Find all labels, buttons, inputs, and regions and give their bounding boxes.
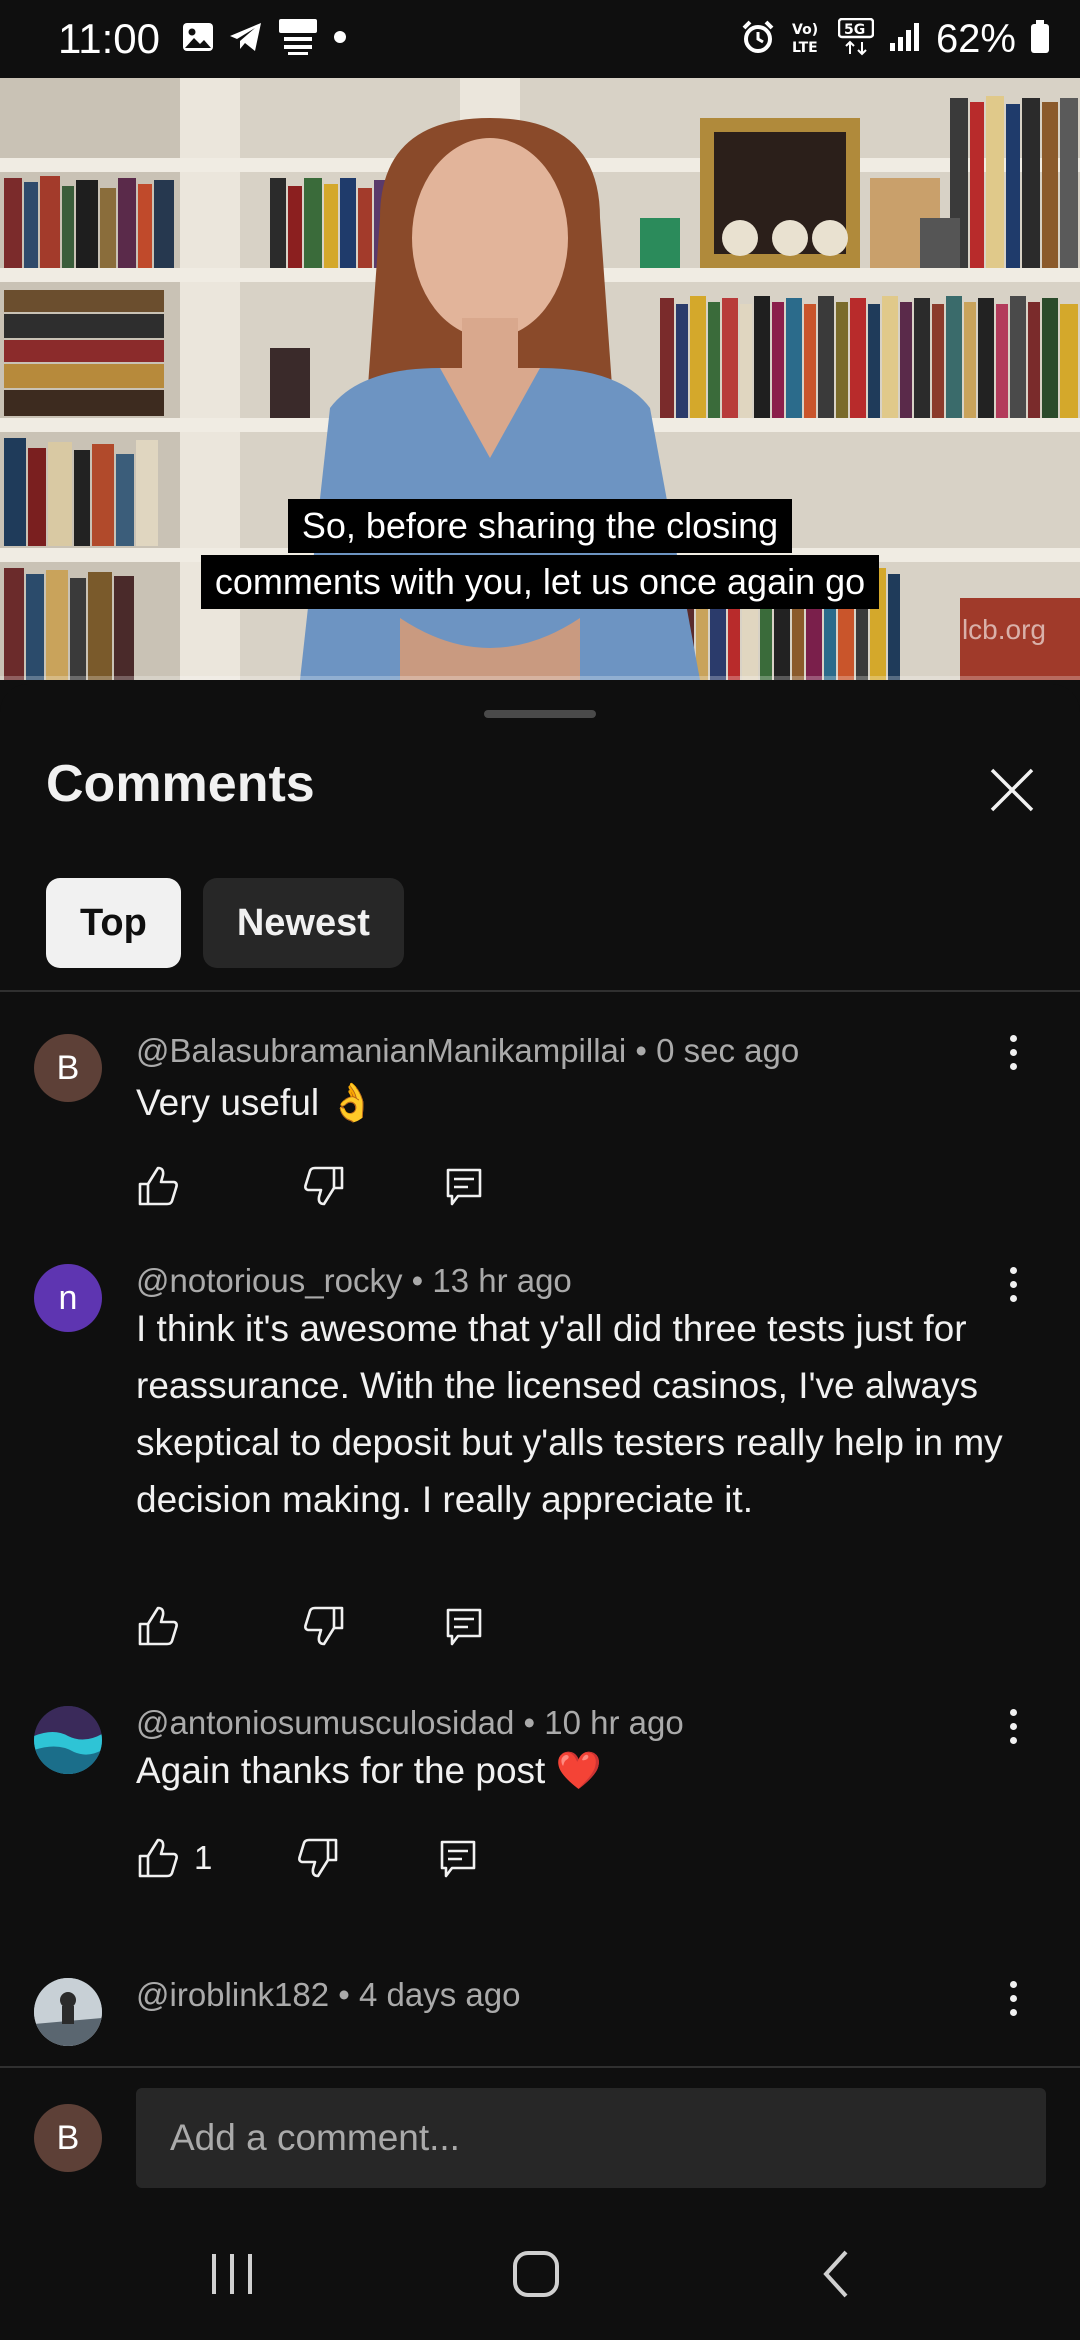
volte-icon: Vo) LTE [790,19,824,60]
back-icon [823,2250,848,2298]
more-options-button[interactable] [998,1696,1028,1756]
close-icon [990,768,1034,812]
comment-sort-chips: Top Newest [46,878,404,968]
reply-icon[interactable] [442,1604,486,1648]
5g-icon: 5G [837,17,875,61]
comment-actions [136,1604,486,1648]
comment-list: B @BalasubramanianManikampillai • 0 sec … [0,992,1080,2066]
video-player[interactable]: So, before sharing the closing comments … [0,78,1080,680]
comments-sheet: Comments Top Newest B @BalasubramanianMa… [0,684,1080,2066]
gallery-icon [182,22,214,57]
comments-title: Comments [46,755,315,813]
news-app-icon [278,18,318,61]
comment-meta[interactable]: @notorious_rocky • 13 hr ago [136,1262,572,1300]
avatar[interactable] [34,1706,102,1774]
drag-handle[interactable] [484,710,596,718]
comment-text: Again thanks for the post ❤️ [136,1750,602,1791]
video-watermark: lcb.org [961,614,1046,645]
avatar[interactable]: n [34,1264,102,1332]
video-caption: So, before sharing the closing comments … [0,498,1080,610]
comment-text: Very useful 👌 [136,1082,376,1123]
avatar[interactable]: B [34,1034,102,1102]
svg-text:LTE: LTE [792,40,818,55]
home-button[interactable] [506,2244,566,2304]
more-options-button[interactable] [998,1968,1028,2028]
recent-apps-icon [212,2254,252,2294]
comment-meta[interactable]: @iroblink182 • 4 days ago [136,1976,520,2014]
like-icon[interactable] [136,1604,180,1648]
dislike-icon[interactable] [296,1836,340,1880]
dislike-icon[interactable] [302,1164,346,1208]
status-time: 11:00 [58,15,160,62]
caption-line-2: comments with you, let us once again go [200,555,880,609]
comment-text: I think it's awesome that y'all did thre… [136,1308,1003,1520]
battery-percentage: 62% [935,16,1016,61]
like-icon[interactable] [136,1164,180,1208]
comment-composer: B [0,2066,1080,2200]
comment-actions: 1 [136,1836,480,1880]
chip-top[interactable]: Top [46,878,181,968]
recent-apps-button[interactable] [202,2244,262,2304]
close-button[interactable] [986,764,1038,816]
battery-icon [1030,19,1050,59]
comment-actions [136,1164,486,1208]
like-icon[interactable] [136,1836,180,1880]
like-count: 1 [194,1839,213,1876]
chip-newest[interactable]: Newest [202,878,404,968]
avatar-image [34,1706,102,1774]
video-progress-bar[interactable] [0,676,1080,680]
avatar-image [34,1978,102,2046]
home-icon [513,2251,559,2297]
status-bar: 11:00 Vo) LTE 5G 62% [0,0,1080,78]
system-nav-bar [0,2200,1080,2340]
svg-text:5G: 5G [844,22,865,38]
caption-line-1: So, before sharing the closing [287,499,793,553]
add-comment-input[interactable] [136,2088,1046,2188]
reply-icon[interactable] [436,1836,480,1880]
comment-meta[interactable]: @BalasubramanianManikampillai • 0 sec ag… [136,1032,799,1070]
signal-icon [888,21,922,58]
notification-dot-icon [332,29,348,50]
telegram-icon [228,21,264,58]
comment-meta[interactable]: @antoniosumusculosidad • 10 hr ago [136,1704,684,1742]
avatar[interactable] [34,1978,102,2046]
svg-text:Vo): Vo) [792,22,818,38]
alarm-icon [740,19,776,60]
my-avatar[interactable]: B [34,2104,102,2172]
back-button[interactable] [808,2244,868,2304]
more-options-button[interactable] [998,1254,1028,1314]
dislike-icon[interactable] [302,1604,346,1648]
more-options-button[interactable] [998,1022,1028,1082]
reply-icon[interactable] [442,1164,486,1208]
